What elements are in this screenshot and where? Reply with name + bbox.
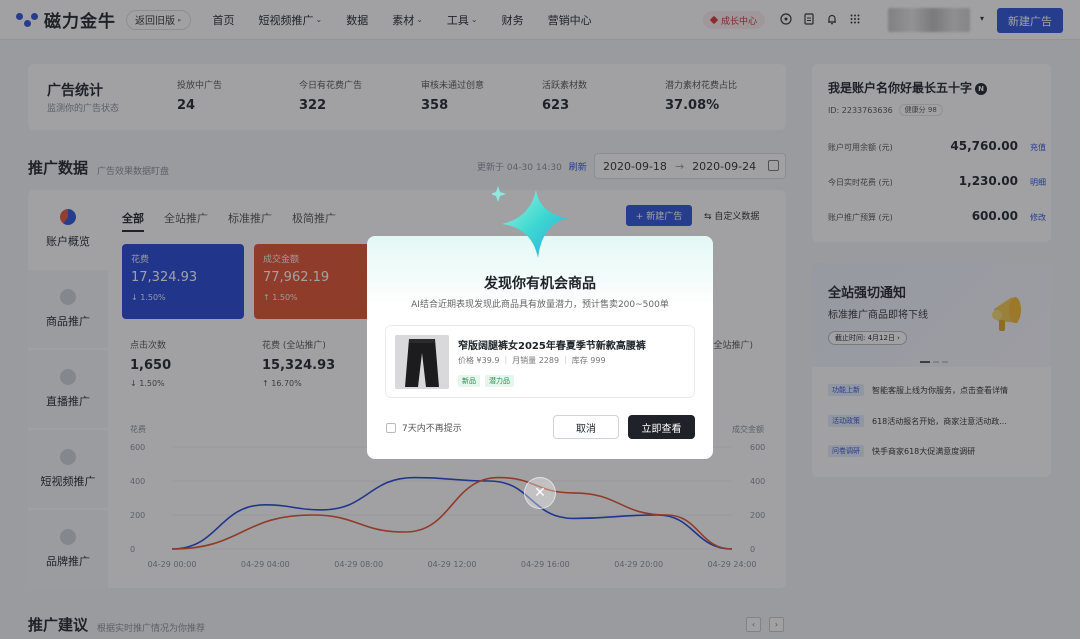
product-stock: 库存 999 <box>571 356 606 365</box>
product-sales: 月销量 2289 <box>512 356 560 365</box>
cancel-button[interactable]: 取消 <box>553 415 619 439</box>
dont-show-label: 7天内不再提示 <box>402 424 462 434</box>
product-tags: 新品 潜力品 <box>458 375 519 387</box>
product-card[interactable]: 窄版阔腿裤女2025年春夏季节新款高腰裤 价格 ¥39.9 | 月销量 2289… <box>385 325 695 398</box>
product-tag: 新品 <box>458 375 480 387</box>
dont-show-checkbox[interactable]: 7天内不再提示 <box>386 421 462 434</box>
opportunity-modal: 发现你有机会商品 AI结合近期表现发现此商品具有放量潜力，预计售卖200~500… <box>367 236 713 459</box>
view-now-button[interactable]: 立即查看 <box>628 415 695 439</box>
modal-subtitle: AI结合近期表现发现此商品具有放量潜力，预计售卖200~500单 <box>411 300 669 310</box>
sparkle-star-icon <box>492 186 568 258</box>
close-modal-icon[interactable]: ✕ <box>524 477 556 509</box>
product-image <box>395 335 449 389</box>
product-tag: 潜力品 <box>485 375 514 387</box>
product-price: 价格 ¥39.9 <box>458 356 500 365</box>
product-meta: 价格 ¥39.9 | 月销量 2289 | 库存 999 <box>458 355 606 365</box>
product-name: 窄版阔腿裤女2025年春夏季节新款高腰裤 <box>458 341 646 352</box>
modal-title: 发现你有机会商品 <box>484 276 596 292</box>
checkbox-icon[interactable] <box>386 422 396 433</box>
